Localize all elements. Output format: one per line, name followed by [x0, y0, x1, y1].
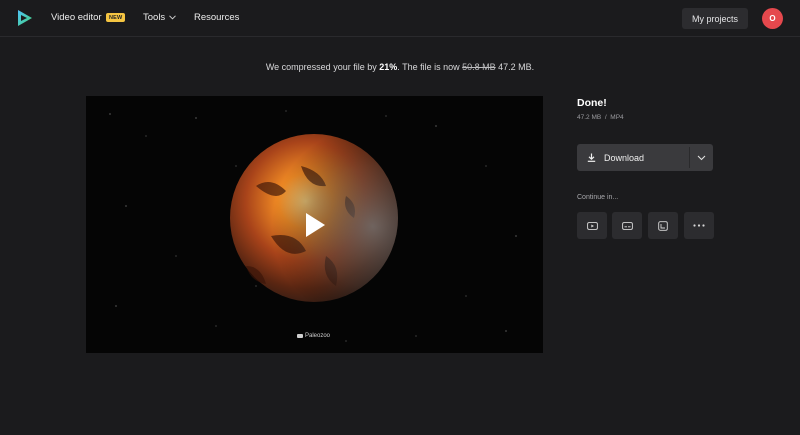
top-bar: Video editor NEW Tools Resources My proj…: [0, 0, 800, 37]
file-size: 47.2 MB: [577, 114, 602, 121]
crop-icon: [658, 220, 668, 231]
download-icon: [587, 153, 596, 162]
download-button-group: Download: [577, 144, 713, 171]
watermark-text: Paleozoo: [305, 333, 331, 339]
status-prefix: We compressed your file by: [265, 62, 380, 72]
chevron-down-icon[interactable]: [169, 15, 176, 20]
status-percent: 21%: [379, 62, 398, 72]
status-old-size: 50.8 MB: [462, 62, 496, 72]
status-middle: . The file is now: [397, 62, 463, 72]
camera-icon: [297, 334, 303, 338]
download-label: Download: [604, 152, 645, 163]
nav-resources[interactable]: Resources: [194, 12, 239, 23]
youtube-icon: [586, 221, 598, 230]
continue-subtitles-button[interactable]: [612, 212, 642, 239]
logo-icon[interactable]: [16, 9, 34, 27]
file-meta: 47.2 MB / MP4: [577, 114, 624, 121]
chevron-down-icon: [697, 155, 706, 160]
play-icon[interactable]: [304, 212, 326, 238]
download-button[interactable]: Download: [577, 144, 689, 171]
more-icon: [693, 224, 705, 227]
file-format: MP4: [610, 114, 624, 121]
done-title: Done!: [577, 97, 607, 109]
new-badge: NEW: [106, 13, 126, 22]
continue-crop-button[interactable]: [648, 212, 678, 239]
watermark: Paleozoo: [297, 333, 330, 339]
my-projects-button[interactable]: My projects: [682, 8, 748, 29]
status-new-size: 47.2 MB.: [495, 62, 535, 72]
continue-label: Continue in...: [577, 194, 619, 201]
nav-video-editor[interactable]: Video editor: [51, 12, 102, 23]
avatar[interactable]: O: [762, 8, 783, 29]
subtitles-icon: [621, 221, 633, 230]
meta-separator: /: [604, 114, 607, 121]
compression-status: We compressed your file by 21%. The file…: [0, 62, 800, 72]
continue-more-button[interactable]: [684, 212, 714, 239]
download-options-button[interactable]: [690, 144, 713, 171]
nav-tools[interactable]: Tools: [143, 12, 165, 23]
continue-youtube-button[interactable]: [577, 212, 607, 239]
